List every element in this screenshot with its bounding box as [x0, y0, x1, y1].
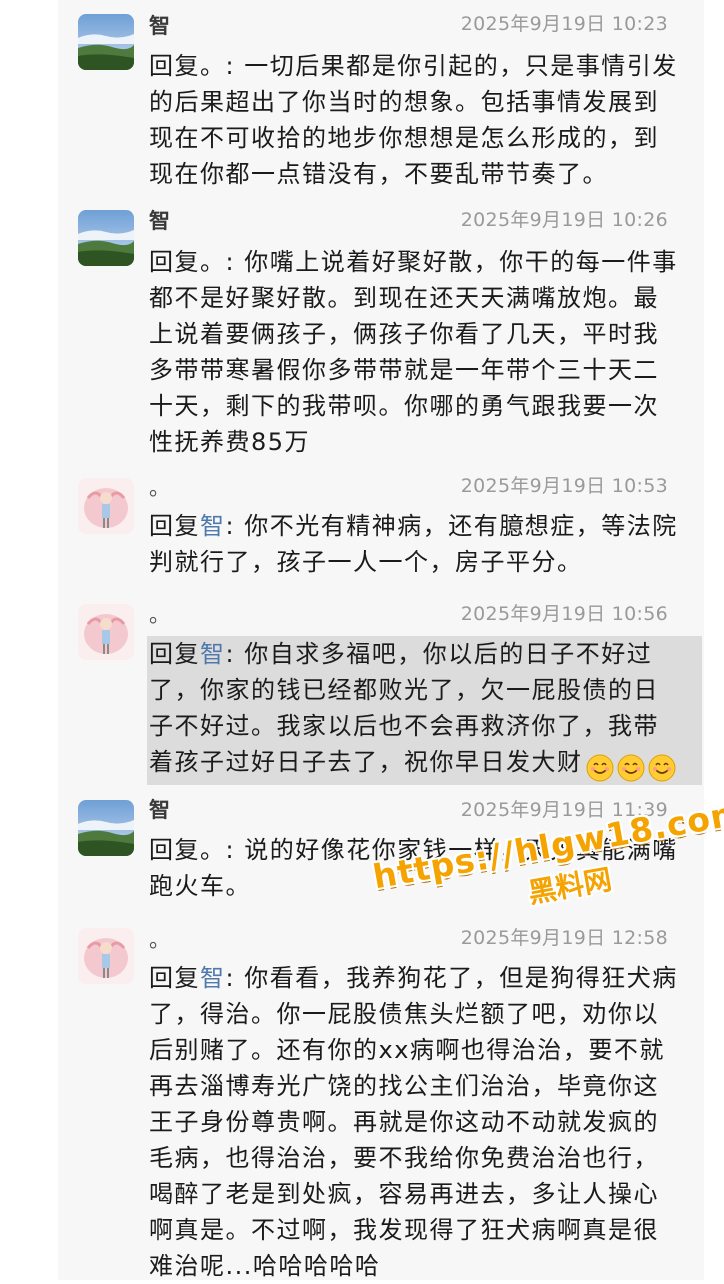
message-timestamp: 2025年9月19日 10:23: [460, 13, 668, 35]
sender-name: 智: [149, 14, 170, 38]
emoji-group: [583, 749, 676, 785]
cartoon-girl-avatar-icon[interactable]: [78, 928, 134, 984]
sender-name: 智: [149, 209, 170, 233]
smiling-face-emoji: [648, 754, 675, 782]
sender-name: 。: [149, 603, 170, 627]
message-timestamp: 2025年9月19日 10:53: [460, 475, 668, 497]
cartoon-girl-avatar-icon[interactable]: [78, 478, 134, 534]
reply-target-name[interactable]: 智: [200, 512, 226, 540]
message-timestamp: 2025年9月19日 10:56: [460, 603, 668, 625]
reply-prefix: 回复。:: [149, 52, 245, 80]
reply-target-name[interactable]: 智: [200, 640, 226, 668]
reply-prefix: 回复: [149, 640, 200, 668]
landscape-avatar-icon[interactable]: [78, 210, 134, 266]
sender-name: 。: [149, 476, 170, 500]
smiling-face-emoji: [586, 754, 613, 782]
landscape-avatar-icon[interactable]: [78, 14, 134, 70]
reply-prefix: 回复。:: [149, 248, 245, 276]
reply-prefix: 回复: [149, 964, 200, 992]
reply-target-name[interactable]: 智: [200, 964, 226, 992]
message-timestamp: 2025年9月19日 10:26: [460, 209, 668, 231]
message-text-highlighted: 回复智: 你自求多福吧，你以后的日子不好过 了，你家的钱已经都败光了，欠一屁股债…: [147, 636, 702, 785]
message-text: 回复。: 一切后果都是你引起的，只是事情引发 的后果超出了你当时的想象。包括事情…: [149, 52, 678, 188]
cartoon-girl-avatar-icon[interactable]: [78, 604, 134, 660]
smiling-face-emoji: [617, 754, 644, 782]
reply-prefix: 回复: [149, 512, 200, 540]
reply-prefix: 回复。:: [149, 836, 245, 864]
sender-name: 。: [149, 928, 170, 952]
sender-name: 智: [149, 798, 170, 822]
message-text: 回复智: 你不光有精神病，还有臆想症，等法院 判就行了，孩子一人一个，房子平分。: [149, 512, 678, 576]
message-text: 回复智: 你看看，我养狗花了，但是狗得狂犬病 了，得治。你一屁股债焦头烂额了吧，…: [149, 964, 678, 1280]
landscape-avatar-icon[interactable]: [78, 800, 134, 856]
message-text: 回复。: 你嘴上说着好聚好散，你干的每一件事 都不是好聚好散。到现在还天天满嘴放…: [149, 248, 678, 456]
